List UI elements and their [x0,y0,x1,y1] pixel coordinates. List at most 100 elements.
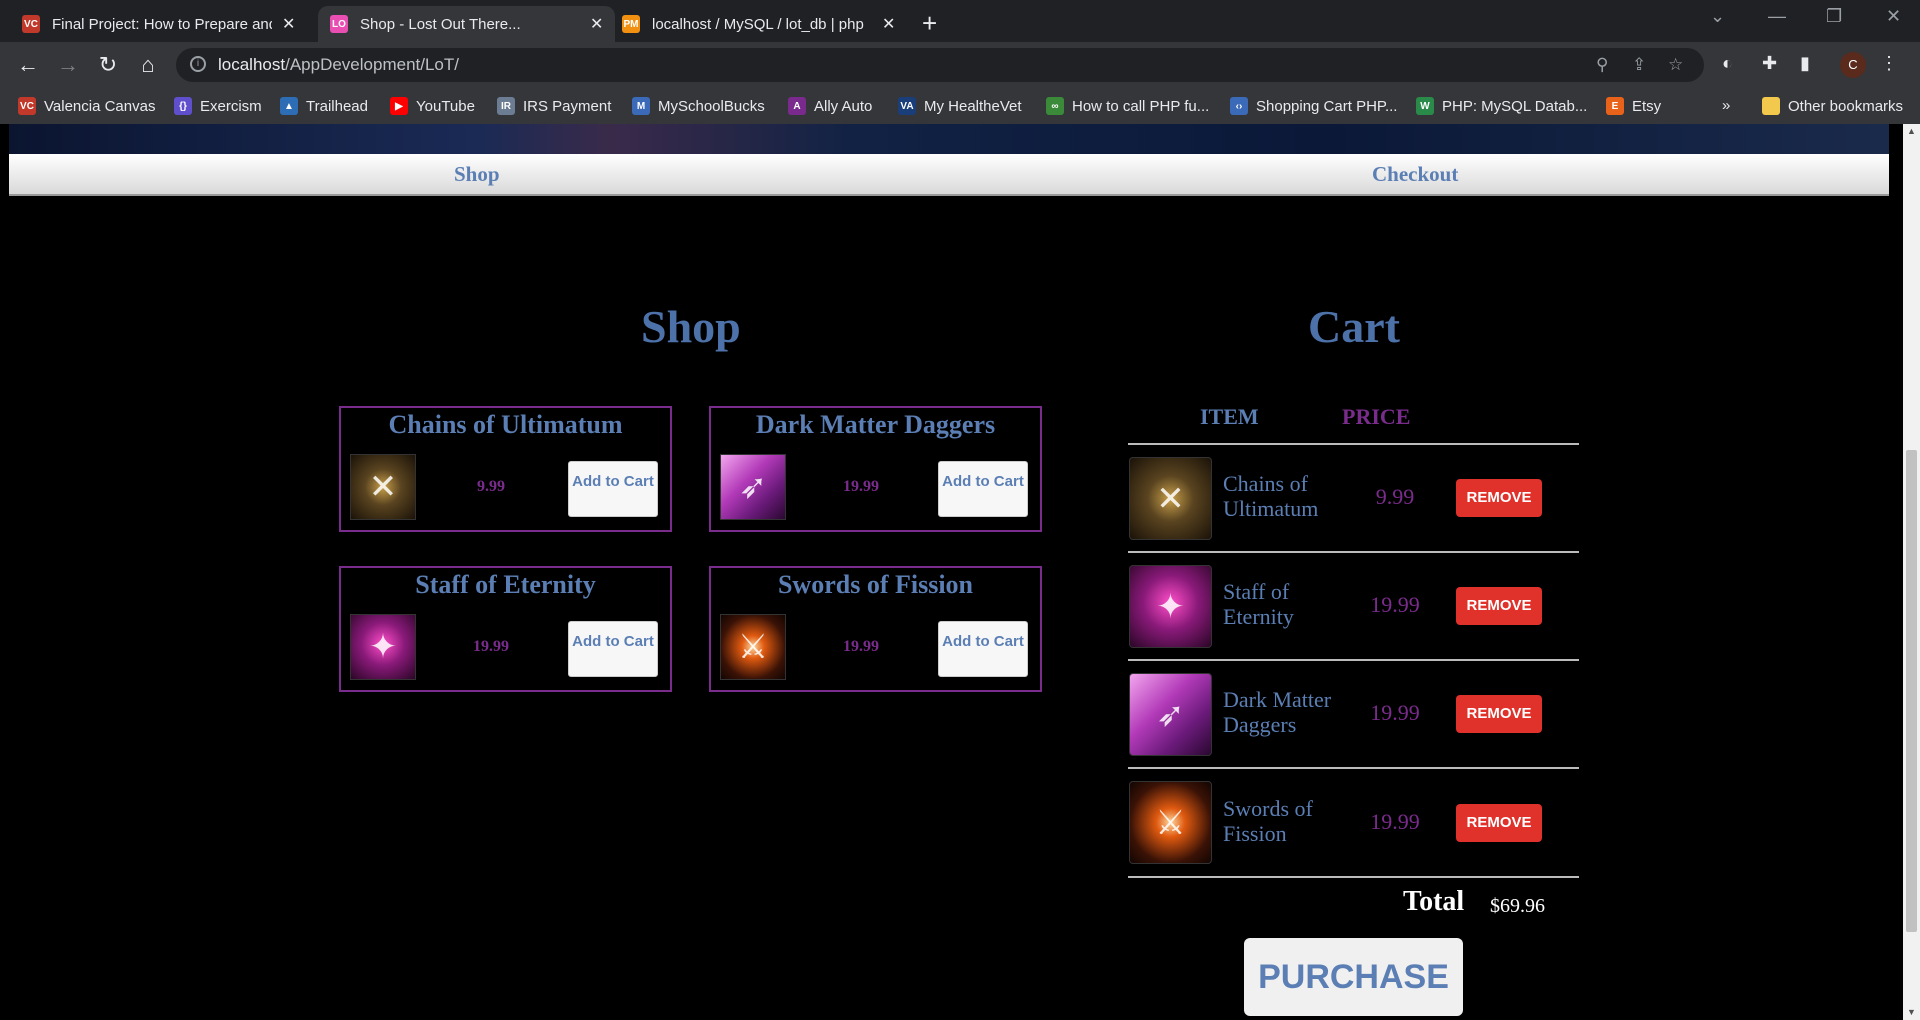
forward-icon[interactable]: → [54,52,82,78]
bookmark-trailhead[interactable]: ▲ Trailhead [280,97,368,115]
bookmark-shopping-cart-php[interactable]: ‹› Shopping Cart PHP... [1230,97,1397,115]
dark-mode-icon[interactable]: ◐ [1722,53,1733,74]
bookmarks-overflow-icon[interactable]: » [1722,97,1730,114]
product-name: Chains of Ultimatum [388,410,623,439]
folder-icon [1762,97,1780,115]
home-icon[interactable]: ⌂ [134,52,162,78]
product-image: ➶ [720,454,786,520]
bookmark-star-icon[interactable]: ☆ [1668,55,1683,75]
new-tab-icon[interactable]: + [922,8,937,39]
product-image: ✕ [350,454,416,520]
bookmark-valencia-canvas[interactable]: VC Valencia Canvas [18,97,155,115]
canvas-favicon-icon: VC [22,15,40,33]
extensions-icon[interactable]: ✚ [1762,53,1777,74]
scroll-up-icon[interactable]: ▲ [1907,126,1916,136]
bookmark-myschoolbucks[interactable]: M MySchoolBucks [632,97,765,115]
product-price: 19.99 [843,478,879,495]
toolbar: ← → ↻ ⌂ i localhost/AppDevelopment/LoT/ … [0,42,1920,88]
remove-button[interactable]: REMOVE [1456,587,1542,625]
cart-item-image: ➶ [1129,673,1212,756]
canvas-icon: VC [18,97,36,115]
restore-icon[interactable]: ❐ [1826,6,1842,27]
cart-item-price: 9.99 [1375,484,1415,509]
bookmark-youtube[interactable]: ▶ YouTube [390,97,475,115]
close-icon[interactable]: ✕ [590,14,603,34]
staff-icon: ✦ [368,628,398,666]
daggers-icon: ➶ [1156,695,1185,734]
bookmark-etsy[interactable]: E Etsy [1606,97,1661,115]
add-to-cart-button[interactable]: Add to Cart [938,461,1028,517]
cart-heading: Cart [1308,301,1400,352]
product-image: ✦ [350,614,416,680]
product-card: Dark Matter Daggers ➶ 19.99 Add to Cart [709,406,1042,532]
address-bar[interactable]: i localhost/AppDevelopment/LoT/ ⚲ ⇪ ☆ [176,48,1704,82]
tab-final-project[interactable]: VC Final Project: How to Prepare and ✕ [10,6,307,42]
tab-shop[interactable]: LO Shop - Lost Out There... ✕ [318,6,616,42]
tab-title: Shop - Lost Out There... [360,15,521,33]
ally-icon: A [788,97,806,115]
product-name: Staff of Eternity [415,570,596,599]
product-card: Swords of Fission ⚔ 19.99 Add to Cart [709,566,1042,692]
scrollbar-thumb[interactable] [1906,450,1917,932]
code-icon: ‹› [1230,97,1248,115]
shop-heading: Shop [641,301,741,352]
cart-column-price: PRICE [1342,404,1411,429]
page-scrollbar[interactable]: ▲ ▼ [1903,124,1920,1020]
zoom-icon[interactable]: ⚲ [1596,55,1608,75]
cart-divider [1128,443,1579,445]
purchase-button[interactable]: PURCHASE [1244,938,1463,1016]
cart-item-name: Chains of Ultimatum [1223,471,1319,521]
reload-icon[interactable]: ↻ [94,52,122,78]
site-nav: Shop Checkout [9,154,1889,196]
remove-button[interactable]: REMOVE [1456,479,1542,517]
bookmark-php-mysql[interactable]: W PHP: MySQL Datab... [1416,97,1587,115]
w3-icon: W [1416,97,1434,115]
profile-avatar[interactable]: C [1840,52,1866,78]
tab-title: Final Project: How to Prepare and [52,15,272,33]
product-price: 19.99 [843,638,879,655]
bookmark-php-functions[interactable]: ∞ How to call PHP fu... [1046,97,1209,115]
side-panel-icon[interactable]: ▮ [1800,53,1810,74]
remove-button[interactable]: REMOVE [1456,804,1542,842]
add-to-cart-button[interactable]: Add to Cart [938,621,1028,677]
site-info-icon[interactable]: i [190,56,206,72]
bookmark-ally-auto[interactable]: A Ally Auto [788,97,872,115]
product-name: Dark Matter Daggers [755,410,996,439]
irs-icon: IR [497,97,515,115]
close-icon[interactable]: ✕ [282,14,295,34]
daggers-icon: ➶ [738,468,768,506]
myschoolbucks-icon: M [632,97,650,115]
minimize-icon[interactable]: — [1768,6,1786,27]
product-card: Chains of Ultimatum ✕ 9.99 Add to Cart [339,406,672,532]
add-to-cart-button[interactable]: Add to Cart [568,621,658,677]
total-value: $69.96 [1490,895,1545,917]
nav-checkout-link[interactable]: Checkout [1372,162,1458,187]
bookmark-irs-payment[interactable]: IR IRS Payment [497,97,611,115]
header-banner-image [9,124,1889,154]
va-icon: VA [898,97,916,115]
cart-item-name: Dark Matter Daggers [1223,687,1332,737]
share-icon[interactable]: ⇪ [1632,55,1646,75]
scroll-down-icon[interactable]: ▼ [1907,1007,1916,1017]
remove-button[interactable]: REMOVE [1456,695,1542,733]
swords-icon: ⚔ [737,628,769,666]
bookmark-my-healthevet[interactable]: VA My HealtheVet [898,97,1022,115]
cart-column-item: ITEM [1200,404,1259,429]
shop-favicon-icon: LO [330,15,348,33]
bookmarks-bar: VC Valencia Canvas {} Exercism ▲ Trailhead … [0,88,1920,124]
other-bookmarks[interactable]: Other bookmarks [1762,97,1903,115]
cart-divider [1128,659,1579,661]
bookmark-exercism[interactable]: {} Exercism [174,97,262,115]
tab-title: localhost / MySQL / lot_db | php [652,15,864,33]
url-text[interactable]: localhost/AppDevelopment/LoT/ [218,55,459,75]
page-viewport: Shop Checkout Shop Cart Chains of Ultima… [0,124,1920,1020]
menu-icon[interactable]: ⋮ [1880,53,1898,74]
nav-shop-link[interactable]: Shop [454,162,500,187]
close-icon[interactable]: ✕ [882,14,895,34]
add-to-cart-button[interactable]: Add to Cart [568,461,658,517]
chains-icon: ✕ [1156,479,1185,518]
window-close-icon[interactable]: ✕ [1886,6,1901,27]
tab-search-icon[interactable]: ⌄ [1710,6,1725,27]
back-icon[interactable]: ← [14,52,42,78]
tab-phpmyadmin[interactable]: PM localhost / MySQL / lot_db | php ✕ [610,6,907,42]
